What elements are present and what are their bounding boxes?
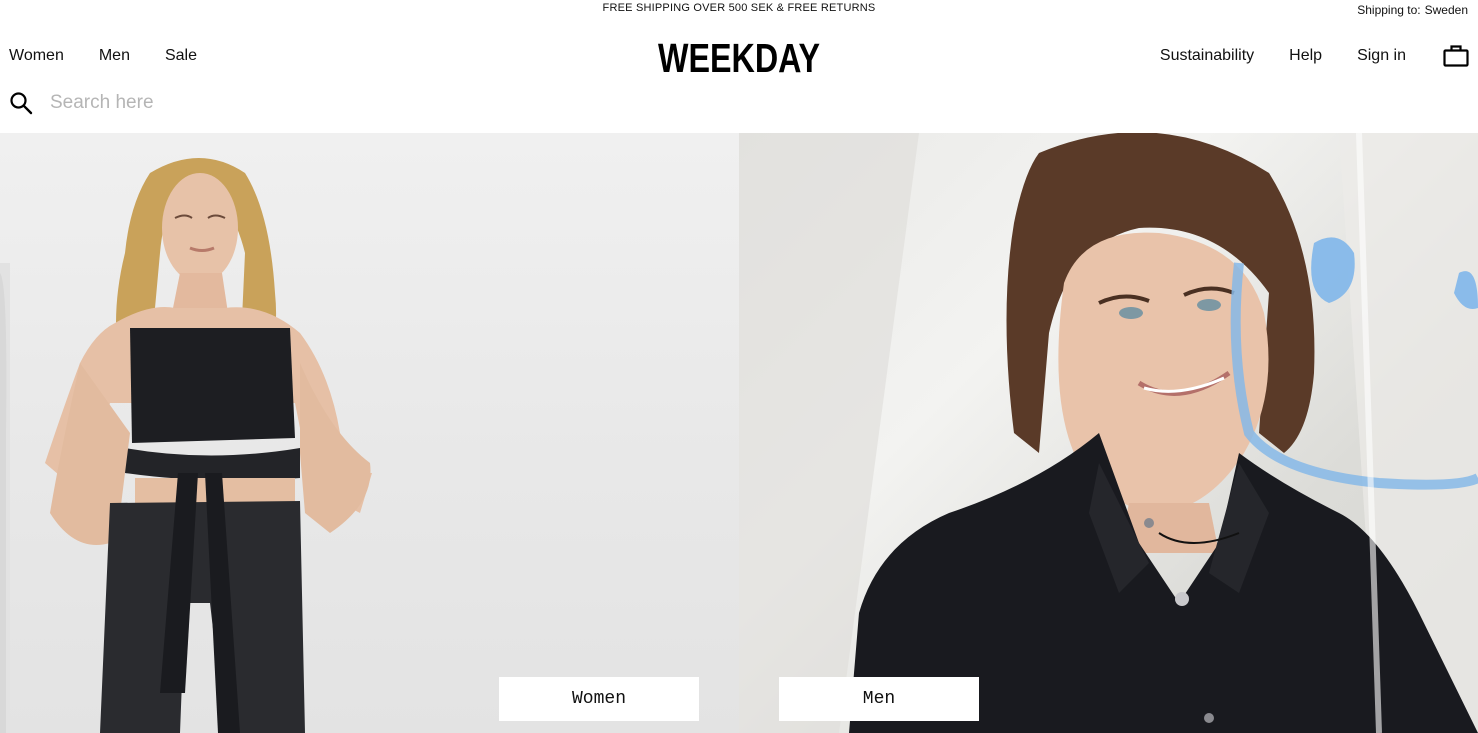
men-hero-image[interactable]: Men (739, 133, 1478, 733)
men-cta-button[interactable]: Men (779, 677, 979, 721)
search-bar (9, 88, 609, 118)
site-header: Women Men Sale WEEKDAY Sustainability He… (0, 20, 1478, 133)
nav-item-sustainability[interactable]: Sustainability (1160, 47, 1254, 65)
shipping-selector[interactable]: Shipping to: Sweden (1357, 3, 1468, 17)
utility-nav: Sustainability Help Sign in (1160, 47, 1406, 65)
women-cta-button[interactable]: Women (499, 677, 699, 721)
logo-text: WEEKDAY (658, 36, 820, 78)
shopping-bag-icon[interactable] (1443, 43, 1469, 69)
sign-in-link[interactable]: Sign in (1357, 47, 1406, 65)
shipping-country: Sweden (1424, 3, 1468, 17)
men-model-illustration (739, 133, 1478, 733)
women-hero-image[interactable]: Women (0, 133, 739, 733)
shipping-label: Shipping to: (1357, 3, 1421, 17)
search-input[interactable] (50, 92, 450, 114)
women-model-illustration (0, 158, 372, 733)
search-icon[interactable] (9, 91, 33, 115)
top-bar: FREE SHIPPING OVER 500 SEK & FREE RETURN… (0, 0, 1478, 20)
promo-banner: FREE SHIPPING OVER 500 SEK & FREE RETURN… (602, 2, 876, 14)
hero-section: Women Men (0, 133, 1478, 733)
nav-item-help[interactable]: Help (1289, 47, 1322, 65)
